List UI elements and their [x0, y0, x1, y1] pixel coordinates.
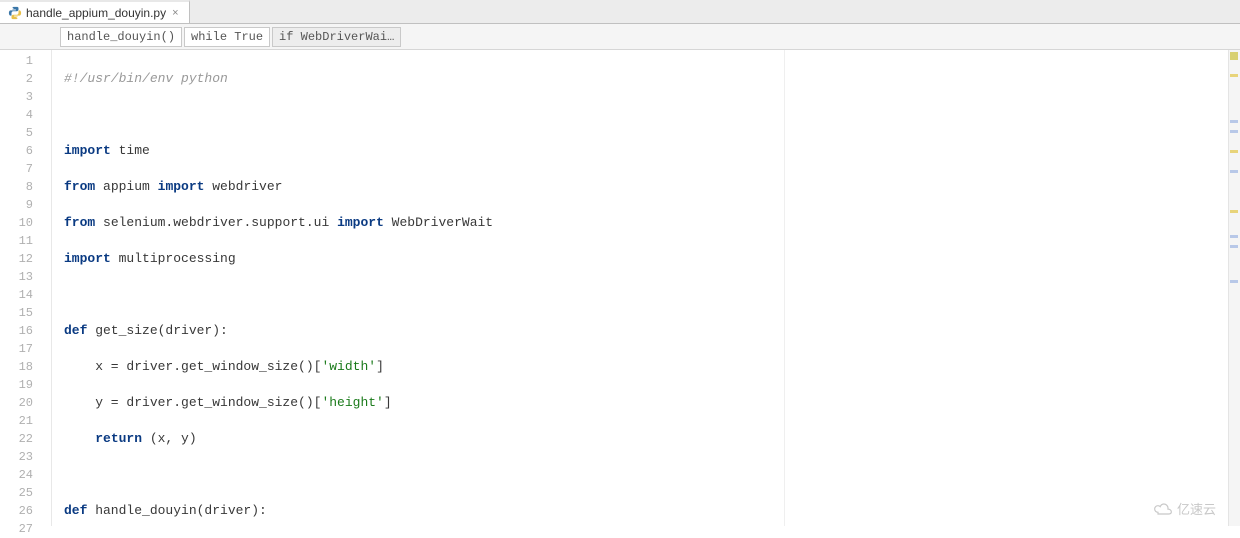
- file-tab-label: handle_appium_douyin.py: [26, 6, 166, 20]
- python-file-icon: [8, 6, 22, 20]
- info-marker[interactable]: [1230, 120, 1238, 123]
- line-number: 2: [0, 70, 51, 88]
- line-number: 20: [0, 394, 51, 412]
- info-marker[interactable]: [1230, 235, 1238, 238]
- warning-marker[interactable]: [1230, 210, 1238, 213]
- line-number: 5: [0, 124, 51, 142]
- line-number: 8: [0, 178, 51, 196]
- breadcrumb-item[interactable]: while True: [184, 27, 270, 47]
- file-tab[interactable]: handle_appium_douyin.py ×: [0, 0, 190, 23]
- line-number: 21: [0, 412, 51, 430]
- breadcrumb-item[interactable]: if WebDriverWai…: [272, 27, 401, 47]
- line-number: 19: [0, 376, 51, 394]
- editor-tab-bar: handle_appium_douyin.py ×: [0, 0, 1240, 24]
- info-marker[interactable]: [1230, 170, 1238, 173]
- line-number: 23: [0, 448, 51, 466]
- line-number-gutter: 1234567891011121314151617181920212223242…: [0, 50, 52, 526]
- line-number: 14: [0, 286, 51, 304]
- error-stripe[interactable]: [1228, 50, 1240, 526]
- line-number: 17: [0, 340, 51, 358]
- breadcrumb: handle_douyin() while True if WebDriverW…: [0, 24, 1240, 50]
- watermark-text: 亿速云: [1177, 499, 1216, 518]
- warning-marker[interactable]: [1230, 150, 1238, 153]
- line-number: 9: [0, 196, 51, 214]
- line-number: 1: [0, 52, 51, 70]
- line-number: 27: [0, 520, 51, 538]
- line-number: 25: [0, 484, 51, 502]
- line-number: 4: [0, 106, 51, 124]
- line-number: 22: [0, 430, 51, 448]
- line-number: 26: [0, 502, 51, 520]
- line-number: 6: [0, 142, 51, 160]
- line-number: 3: [0, 88, 51, 106]
- editor-area: 1234567891011121314151617181920212223242…: [0, 50, 1240, 526]
- warning-marker[interactable]: [1230, 74, 1238, 77]
- close-icon[interactable]: ×: [170, 7, 180, 19]
- line-number: 13: [0, 268, 51, 286]
- line-number: 16: [0, 322, 51, 340]
- code-content[interactable]: #!/usr/bin/env python import time from a…: [52, 50, 1240, 526]
- line-number: 18: [0, 358, 51, 376]
- line-number: 12: [0, 250, 51, 268]
- info-marker[interactable]: [1230, 280, 1238, 283]
- line-number: 7: [0, 160, 51, 178]
- watermark: 亿速云: [1153, 499, 1216, 518]
- line-number: 24: [0, 466, 51, 484]
- line-number: 10: [0, 214, 51, 232]
- line-number: 11: [0, 232, 51, 250]
- info-marker[interactable]: [1230, 245, 1238, 248]
- info-marker[interactable]: [1230, 130, 1238, 133]
- line-number: 15: [0, 304, 51, 322]
- analysis-status-icon: [1230, 52, 1238, 60]
- breadcrumb-item[interactable]: handle_douyin(): [60, 27, 182, 47]
